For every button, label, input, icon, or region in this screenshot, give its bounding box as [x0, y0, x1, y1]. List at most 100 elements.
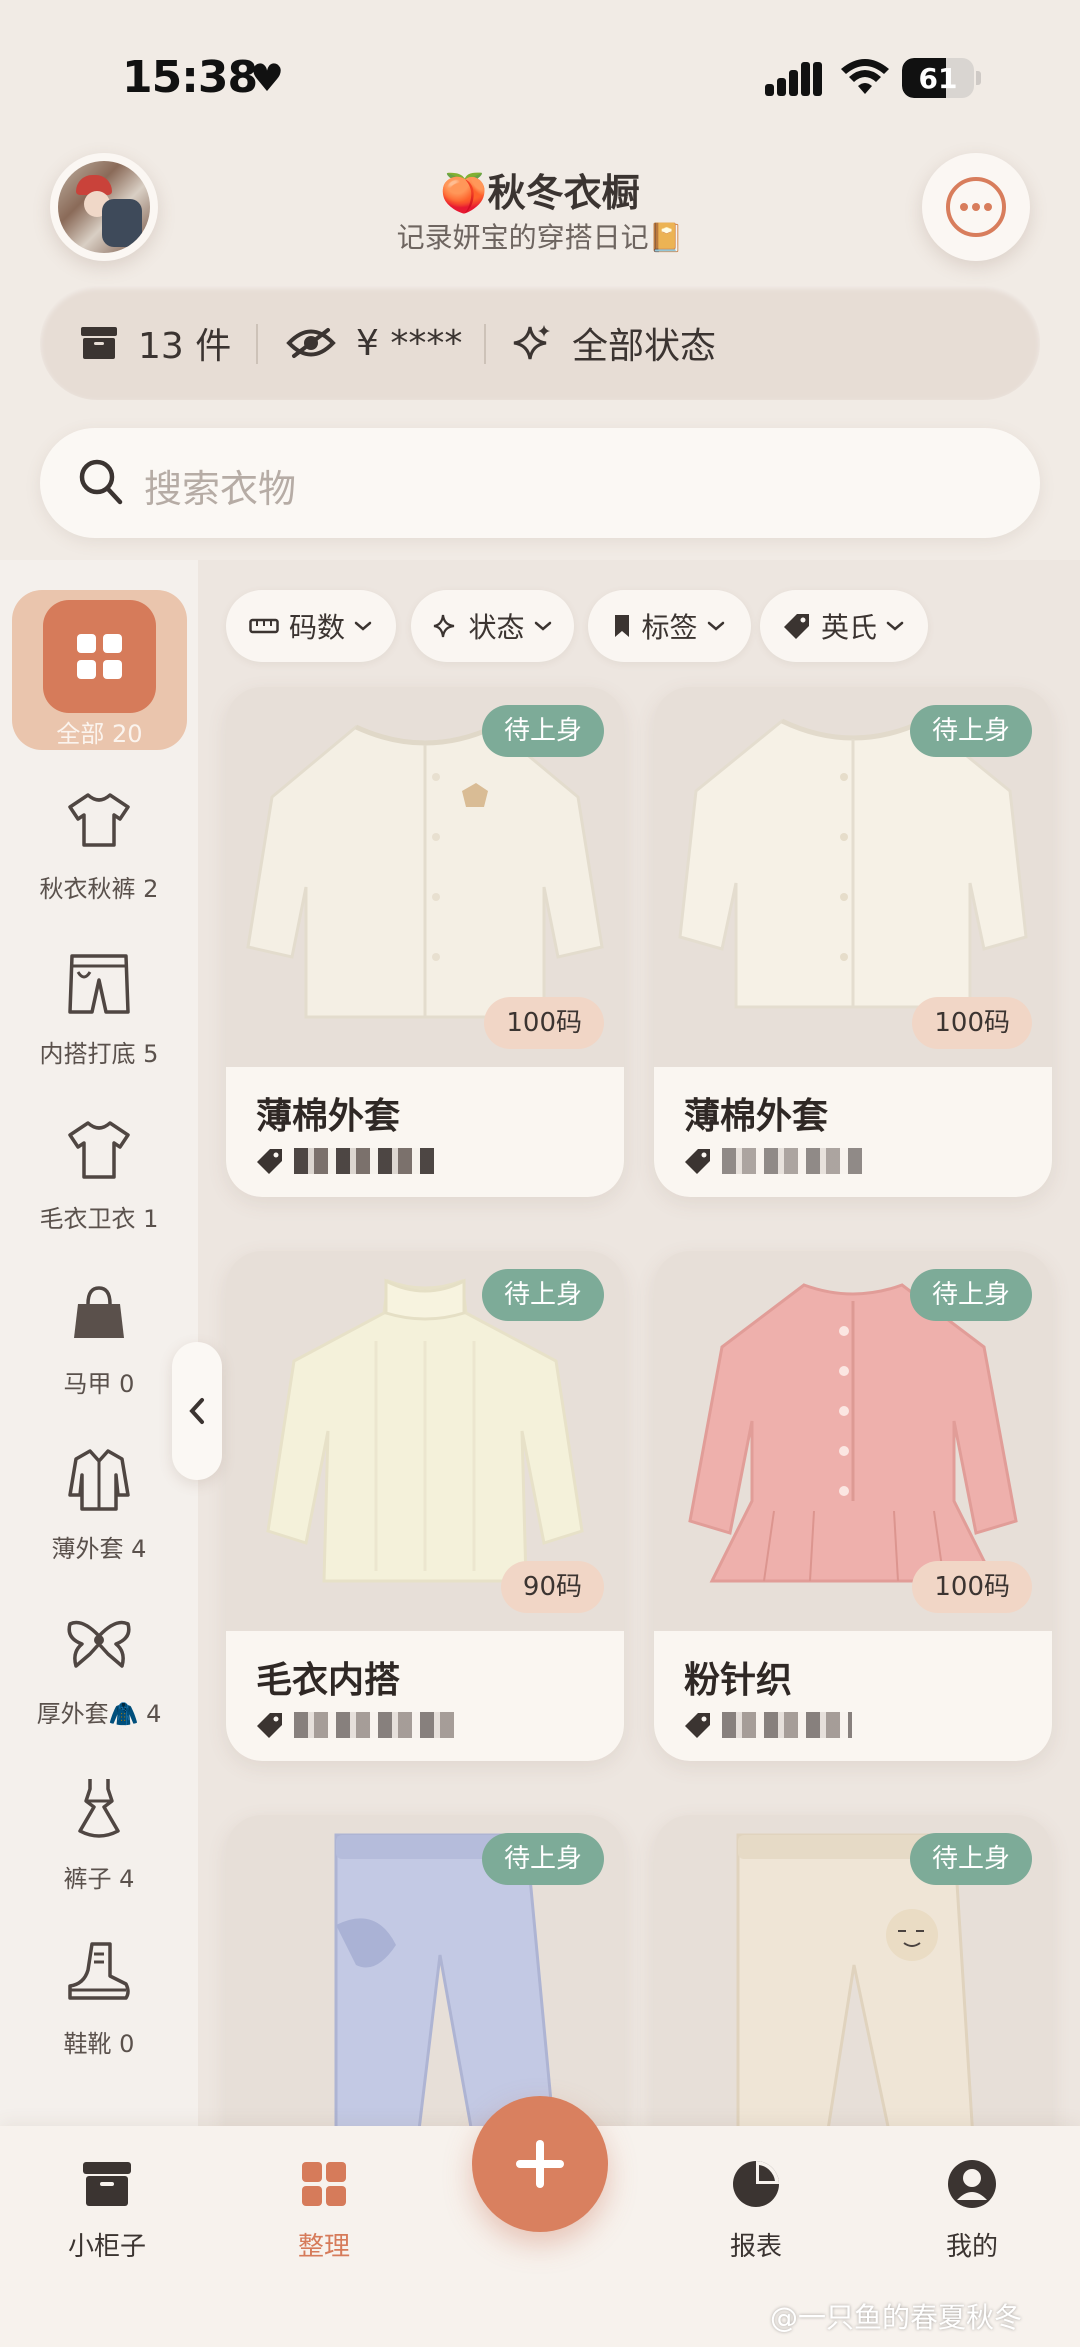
sidebar-item-pants[interactable]: 裤子 4	[0, 1775, 198, 1925]
filter-status[interactable]: 状态	[411, 590, 574, 662]
price-value: ¥ ****	[356, 322, 463, 364]
clothing-card[interactable]: 待上身	[226, 1815, 624, 2126]
heart-icon: ♥	[250, 56, 285, 100]
wifi-icon	[841, 59, 889, 94]
divider	[256, 324, 258, 364]
tshirt-icon	[68, 793, 130, 847]
coat-icon	[68, 1449, 130, 1511]
status-badge: 待上身	[909, 1269, 1032, 1321]
more-button[interactable]	[922, 153, 1030, 261]
divider	[484, 324, 486, 364]
sidebar-item-label: 全部 20	[56, 720, 143, 748]
status-bar: 15:38 ♥ 61	[0, 0, 1080, 150]
tag-icon	[257, 1713, 282, 1738]
page-title: 🍑秋冬衣橱	[440, 171, 640, 215]
collapse-sidebar-button[interactable]	[172, 1342, 222, 1480]
tab-label: 报表	[729, 2232, 782, 2262]
sparkle-icon	[434, 614, 455, 638]
stats-bar: 13 件 ¥ **** 全部状态	[40, 286, 1040, 400]
size-badge: 100码	[912, 1561, 1032, 1613]
chevron-down-icon	[886, 621, 904, 631]
sidebar-item-all[interactable]: 全部 20	[12, 590, 187, 750]
price-stat[interactable]: ¥ ****	[286, 286, 462, 400]
boot-icon	[68, 1942, 130, 2000]
sidebar-item-label: 厚外套🧥 4	[36, 1700, 162, 1728]
status-badge: 待上身	[481, 705, 604, 757]
clothing-card[interactable]: 待上身 100码 薄棉外套	[226, 687, 624, 1197]
item-count: 13 件	[138, 326, 232, 367]
more-icon	[946, 177, 1006, 237]
category-sidebar: 全部 20 秋衣秋裤 2 内搭打底 5 毛衣卫衣 1 马甲 0 薄外套 4 厚外…	[0, 560, 198, 2126]
sidebar-item-heavy-jacket[interactable]: 厚外套🧥 4	[0, 1610, 198, 1760]
size-badge: 90码	[500, 1561, 604, 1613]
status-badge: 待上身	[909, 705, 1032, 757]
sidebar-item-label: 鞋靴 0	[63, 2030, 135, 2058]
box-icon	[79, 2156, 135, 2212]
clothing-name: 薄棉外套	[256, 1096, 401, 1137]
eye-hidden-icon	[286, 328, 336, 358]
redacted-tag	[294, 1712, 454, 1738]
clothes-grid-panel: 码数 状态 标签 英氏 待上身 100码 薄棉外套 待上身 100码 薄棉外套 …	[198, 560, 1080, 2126]
pie-chart-icon	[728, 2156, 784, 2212]
tab-me[interactable]: 我的	[897, 2156, 1047, 2263]
status-time: 15:38	[122, 52, 258, 103]
search-placeholder: 搜索衣物	[144, 467, 297, 511]
tab-cabinet[interactable]: 小柜子	[32, 2156, 182, 2263]
page-subtitle: 记录妍宝的穿搭日记📔	[396, 221, 684, 254]
battery-level: 61	[918, 62, 958, 95]
chevron-down-icon	[707, 621, 724, 631]
tag-icon	[257, 1149, 282, 1174]
archive-box-icon	[81, 327, 117, 359]
item-count-stat[interactable]: 13 件	[80, 286, 231, 400]
search-input[interactable]: 搜索衣物	[40, 428, 1040, 538]
filter-label: 标签	[641, 611, 698, 644]
status-badge: 待上身	[909, 1833, 1032, 1885]
tshirt-icon	[68, 1121, 130, 1179]
sidebar-item-label: 内搭打底 5	[39, 1040, 159, 1068]
redacted-tag	[722, 1148, 862, 1174]
clothing-name: 毛衣内搭	[256, 1660, 401, 1701]
shorts-icon	[68, 954, 130, 1014]
signal-icon	[765, 62, 822, 96]
tab-label: 整理	[297, 2232, 350, 2262]
chevron-left-icon	[189, 1398, 204, 1424]
sidebar-item-light-jacket[interactable]: 薄外套 4	[0, 1445, 198, 1595]
clothing-card[interactable]: 待上身 100码 粉针织	[654, 1251, 1052, 1761]
filter-label: 状态	[468, 611, 525, 644]
watermark: @一只鱼的春夏秋冬	[770, 2301, 1023, 2334]
status-filter-stat[interactable]: 全部状态	[512, 286, 716, 400]
sparkle-icon	[513, 325, 550, 360]
sidebar-item-sweater[interactable]: 毛衣卫衣 1	[0, 1115, 198, 1265]
header: 🍑秋冬衣橱 记录妍宝的穿搭日记📔	[0, 150, 1080, 280]
search-icon	[79, 459, 123, 505]
user-icon	[944, 2156, 1000, 2212]
status-badge: 待上身	[481, 1269, 604, 1321]
sidebar-item-label: 薄外套 4	[51, 1535, 147, 1563]
sidebar-item-underwear[interactable]: 秋衣秋裤 2	[0, 785, 198, 935]
sidebar-item-base-layer[interactable]: 内搭打底 5	[0, 950, 198, 1100]
status-filter-label: 全部状态	[572, 326, 717, 367]
tab-reports[interactable]: 报表	[681, 2156, 831, 2263]
add-clothing-button[interactable]	[472, 2096, 608, 2232]
filter-brand[interactable]: 英氏	[760, 590, 928, 662]
bag-icon	[74, 1286, 124, 1338]
redacted-tag	[294, 1148, 434, 1174]
tag-icon	[685, 1149, 710, 1174]
bookmark-icon	[615, 615, 630, 637]
tab-organize[interactable]: 整理	[249, 2156, 399, 2263]
dress-icon	[78, 1779, 120, 1838]
chevron-down-icon	[534, 621, 551, 631]
redacted-tag	[722, 1712, 852, 1738]
filter-size[interactable]: 码数	[226, 590, 396, 662]
clothing-card[interactable]: 待上身	[654, 1815, 1052, 2126]
tab-label: 我的	[945, 2232, 998, 2262]
sidebar-item-shoes[interactable]: 鞋靴 0	[0, 1940, 198, 2090]
clothing-card[interactable]: 待上身 90码 毛衣内搭	[226, 1251, 624, 1761]
sidebar-item-vest[interactable]: 马甲 0	[0, 1280, 198, 1430]
filter-label: 码数	[288, 611, 345, 644]
sidebar-item-label: 裤子 4	[63, 1865, 135, 1893]
bow-icon	[67, 1620, 131, 1668]
clothing-card[interactable]: 待上身 100码 薄棉外套	[654, 687, 1052, 1197]
filter-tag[interactable]: 标签	[588, 590, 751, 662]
size-badge: 100码	[912, 997, 1032, 1049]
